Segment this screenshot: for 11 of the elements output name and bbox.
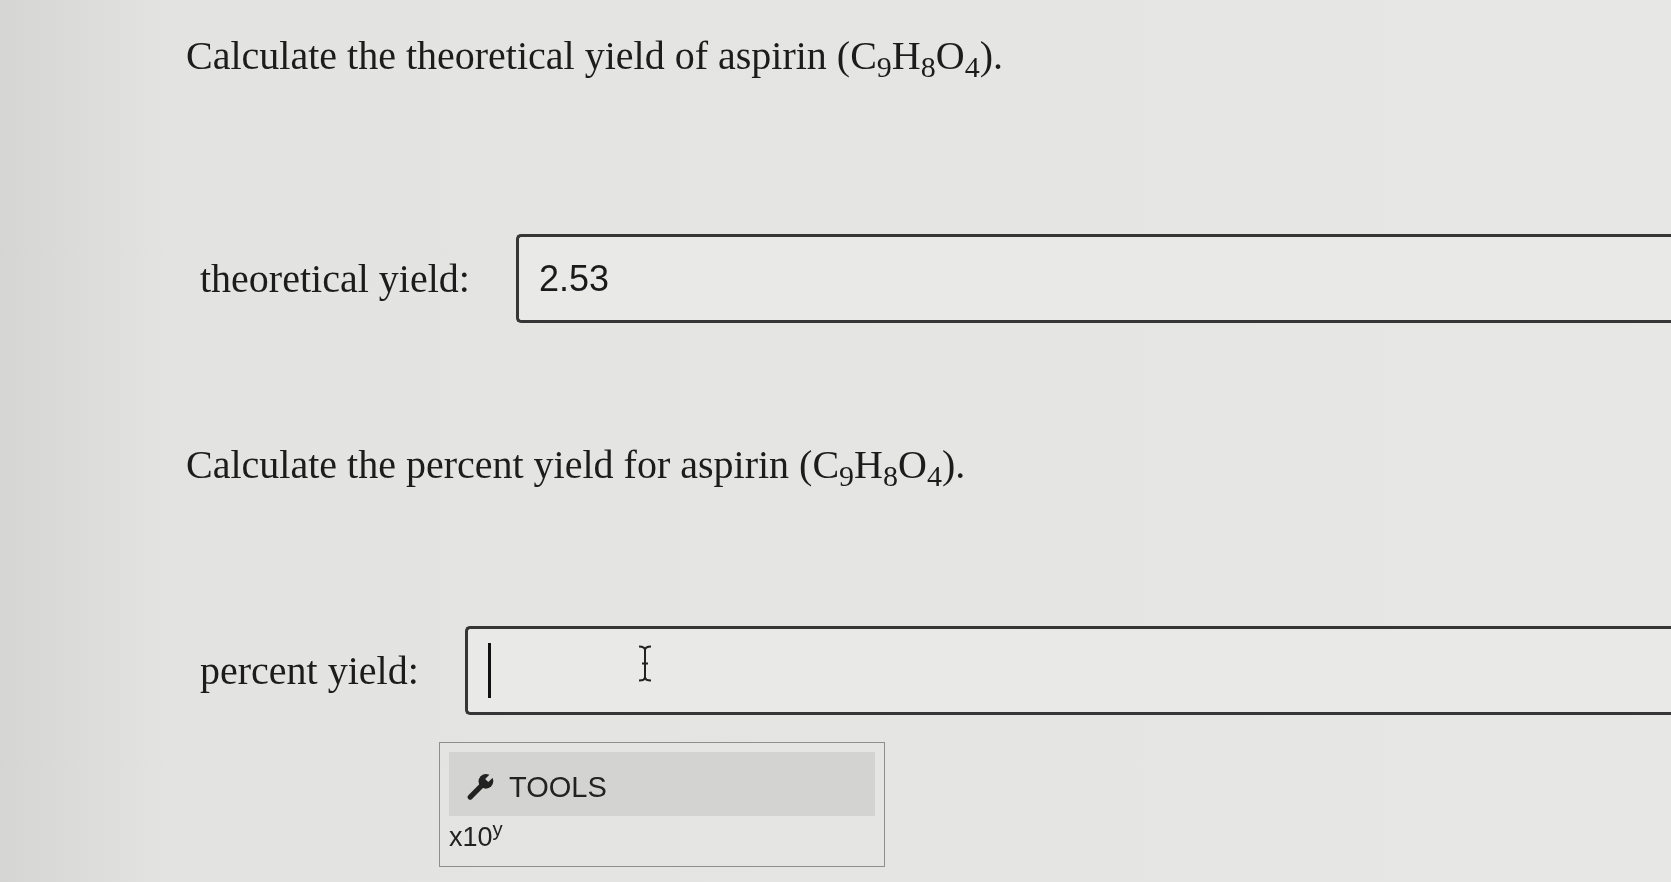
wrench-icon <box>467 773 495 801</box>
i-beam-pointer-icon <box>636 645 653 682</box>
text-caret <box>487 643 491 698</box>
question-text: Calculate the theoretical yield of aspirin (C$_{9}$H$_{8}$O$_{4}$). <box>186 32 1003 80</box>
answer-field[interactable] <box>464 626 1671 715</box>
tools-button[interactable]: TOOLS <box>449 752 875 816</box>
field-label: theoretical yield: <box>200 254 470 303</box>
question-text: Calculate the percent yield for aspirin (C$_{9}$H$_{8}$O$_{4}$). <box>186 441 966 489</box>
field-label: percent yield: <box>200 646 419 695</box>
exponent-button[interactable]: x10$^{y}$ <box>449 820 503 854</box>
answer-field[interactable]: 2.53 <box>515 234 1671 323</box>
